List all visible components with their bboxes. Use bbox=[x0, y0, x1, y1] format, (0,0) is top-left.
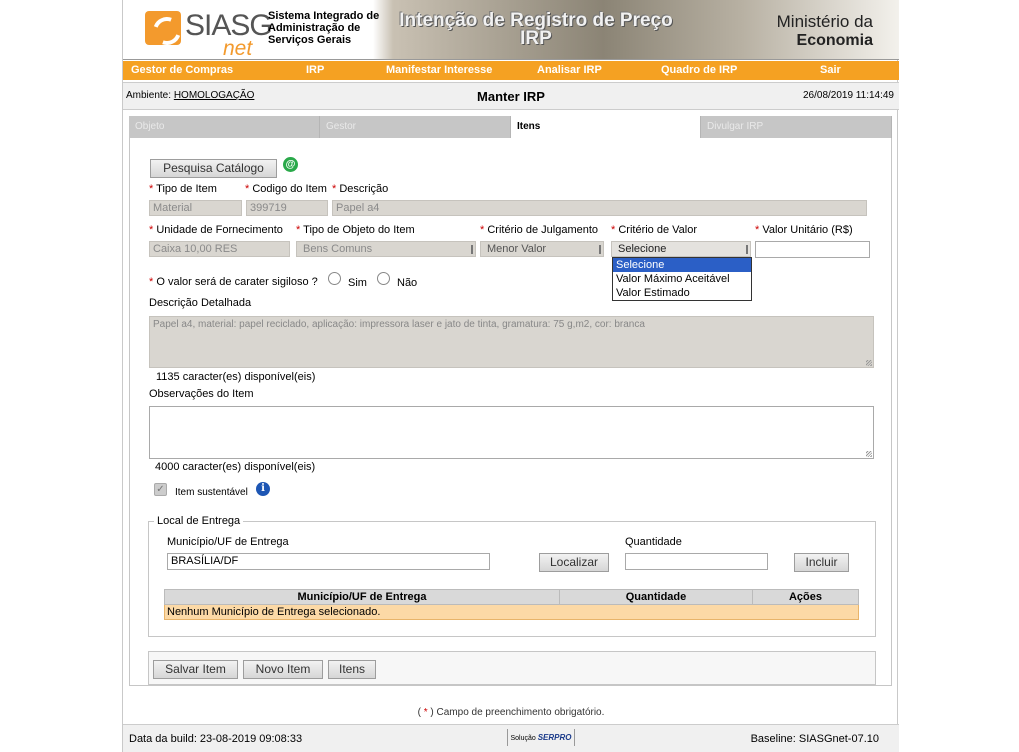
tipo-item-field[interactable]: Material bbox=[149, 200, 242, 216]
banner-title-line2: IRP bbox=[520, 28, 552, 49]
option-valor-maximo[interactable]: Valor Máximo Aceitável bbox=[613, 272, 751, 286]
local-entrega-legend: Local de Entrega bbox=[154, 515, 244, 527]
select-arrow-icon bbox=[599, 245, 601, 254]
sim-label: Sim bbox=[348, 277, 367, 289]
option-selecione[interactable]: Selecione bbox=[613, 258, 751, 272]
incluir-button[interactable]: Incluir bbox=[794, 553, 849, 572]
footer: Data da build: 23-08-2019 09:08:33 Soluç… bbox=[123, 724, 899, 752]
col-quantidade: Quantidade bbox=[559, 589, 753, 605]
nao-label: Não bbox=[397, 277, 418, 289]
item-sustentavel-checkbox[interactable]: ✓ bbox=[154, 483, 167, 496]
unidade-fornecimento-label: * Unidade de Fornecimento bbox=[149, 224, 283, 236]
novo-item-button[interactable]: Novo Item bbox=[243, 660, 323, 679]
siasgnet-logo: SIASG net bbox=[145, 7, 273, 60]
col-acoes: Ações bbox=[752, 589, 859, 605]
descricao-field[interactable]: Papel a4 bbox=[332, 200, 867, 216]
tipo-objeto-label: * Tipo de Objeto do Item bbox=[296, 224, 415, 236]
localizar-button[interactable]: Localizar bbox=[539, 553, 609, 572]
criterio-valor-dropdown: Selecione Valor Máximo Aceitável Valor E… bbox=[612, 257, 752, 301]
ministry-name: Ministério da Economia bbox=[777, 12, 873, 50]
serpro-logo: Solução SERPRO bbox=[507, 729, 575, 746]
codigo-item-field[interactable]: 399719 bbox=[246, 200, 328, 216]
menu-quadro-irp[interactable]: Quadro de IRP bbox=[661, 64, 737, 76]
action-bar: Salvar Item Novo Item Itens bbox=[148, 651, 876, 685]
banner-title: Intenção de Registro de Preço IRP bbox=[381, 11, 691, 49]
tab-bar: Objeto Gestor Itens Divulgar IRP bbox=[129, 116, 892, 138]
sigiloso-sim-radio[interactable] bbox=[328, 272, 341, 285]
criterio-valor-select[interactable]: Selecione bbox=[611, 241, 751, 257]
codigo-item-label: * Codigo do Item bbox=[245, 183, 327, 195]
itens-button[interactable]: Itens bbox=[328, 660, 376, 679]
criterio-valor-label: * Critério de Valor bbox=[611, 224, 698, 236]
environment-bar: Ambiente: HOMOLOGAÇÃO Manter IRP 26/08/2… bbox=[123, 82, 899, 110]
header-banner: SIASG net Sistema Integrado de Administr… bbox=[123, 0, 899, 60]
observacoes-textarea[interactable] bbox=[149, 406, 874, 459]
page: SIASG net Sistema Integrado de Administr… bbox=[122, 0, 899, 752]
tab-objeto[interactable]: Objeto bbox=[129, 116, 320, 138]
sigiloso-nao-radio[interactable] bbox=[377, 272, 390, 285]
baseline: Baseline: SIASGnet-07.10 bbox=[750, 733, 879, 745]
menu-sair[interactable]: Sair bbox=[820, 64, 841, 76]
observacoes-chars-remaining: 4000 caracter(es) disponível(eis) bbox=[155, 461, 316, 473]
menu-gestor-compras[interactable]: Gestor de Compras bbox=[131, 64, 233, 76]
descricao-label: * Descrição bbox=[332, 183, 389, 195]
empty-row-message: Nenhum Município de Entrega selecionado. bbox=[164, 604, 859, 620]
table-row: Nenhum Município de Entrega selecionado. bbox=[164, 604, 859, 620]
unidade-fornecimento-field[interactable]: Caixa 10,00 RES bbox=[149, 241, 290, 257]
system-name: Sistema Integrado de Administração de Se… bbox=[268, 10, 380, 46]
descricao-chars-remaining: 1135 caracter(es) disponível(eis) bbox=[156, 371, 316, 383]
col-municipio: Município/UF de Entrega bbox=[164, 589, 560, 605]
tipo-item-label: * Tipo de Item bbox=[149, 183, 217, 195]
info-icon[interactable]: i bbox=[256, 482, 270, 496]
resize-grip-icon[interactable] bbox=[866, 451, 872, 457]
tab-gestor[interactable]: Gestor bbox=[320, 116, 511, 138]
observacoes-label: Observações do Item bbox=[149, 388, 254, 400]
menu-analisar-irp[interactable]: Analisar IRP bbox=[537, 64, 602, 76]
table-header-row: Município/UF de Entrega Quantidade Ações bbox=[164, 589, 859, 605]
page-title: Manter IRP bbox=[477, 89, 545, 104]
required-footnote: ( * ) Campo de preenchimento obrigatório… bbox=[417, 707, 605, 718]
build-date: Data da build: 23-08-2019 09:08:33 bbox=[129, 733, 303, 745]
menu-irp[interactable]: IRP bbox=[306, 64, 324, 76]
option-valor-estimado[interactable]: Valor Estimado bbox=[613, 286, 751, 300]
municipio-label: Município/UF de Entrega bbox=[167, 536, 289, 548]
ministry-line2: Economia bbox=[796, 32, 873, 49]
resize-grip-icon[interactable] bbox=[866, 360, 872, 366]
municipio-input[interactable]: BRASÍLIA/DF bbox=[167, 553, 490, 570]
locais-entrega-table: Município/UF de Entrega Quantidade Ações… bbox=[164, 589, 859, 620]
tab-itens[interactable]: Itens bbox=[511, 116, 701, 138]
valor-unitario-input[interactable] bbox=[755, 241, 870, 258]
main-menu: Gestor de Compras IRP Manifestar Interes… bbox=[123, 61, 899, 80]
select-arrow-icon bbox=[471, 245, 473, 254]
criterio-julgamento-label: * Critério de Julgamento bbox=[480, 224, 599, 236]
pesquisa-catalogo-button[interactable]: Pesquisa Catálogo bbox=[150, 159, 277, 178]
datetime: 26/08/2019 11:14:49 bbox=[802, 90, 894, 101]
tab-divulgar-irp[interactable]: Divulgar IRP bbox=[701, 116, 892, 138]
email-at-icon[interactable]: @ bbox=[283, 157, 298, 172]
ministry-line1: Ministério da bbox=[776, 12, 873, 31]
itens-panel: Pesquisa Catálogo @ * Tipo de Item * Cod… bbox=[129, 138, 892, 686]
descricao-detalhada-textarea[interactable]: Papel a4, material: papel reciclado, apl… bbox=[149, 316, 874, 368]
siasg-logo-icon bbox=[145, 11, 181, 45]
valor-unitario-label: * Valor Unitário (R$) bbox=[755, 224, 853, 236]
tipo-objeto-select[interactable]: Bens Comuns bbox=[296, 241, 476, 257]
logo-net: net bbox=[223, 37, 253, 60]
select-arrow-icon bbox=[746, 245, 748, 254]
criterio-julgamento-select[interactable]: Menor Valor bbox=[480, 241, 604, 257]
salvar-item-button[interactable]: Salvar Item bbox=[153, 660, 238, 679]
menu-manifestar-interesse[interactable]: Manifestar Interesse bbox=[386, 64, 492, 76]
item-sustentavel-label: Item sustentável bbox=[175, 487, 248, 498]
quantidade-label: Quantidade bbox=[625, 536, 682, 548]
descricao-detalhada-label: Descrição Detalhada bbox=[149, 297, 252, 309]
sigiloso-label: * O valor será de carater sigiloso ? bbox=[149, 276, 318, 288]
quantidade-input[interactable] bbox=[625, 553, 768, 570]
